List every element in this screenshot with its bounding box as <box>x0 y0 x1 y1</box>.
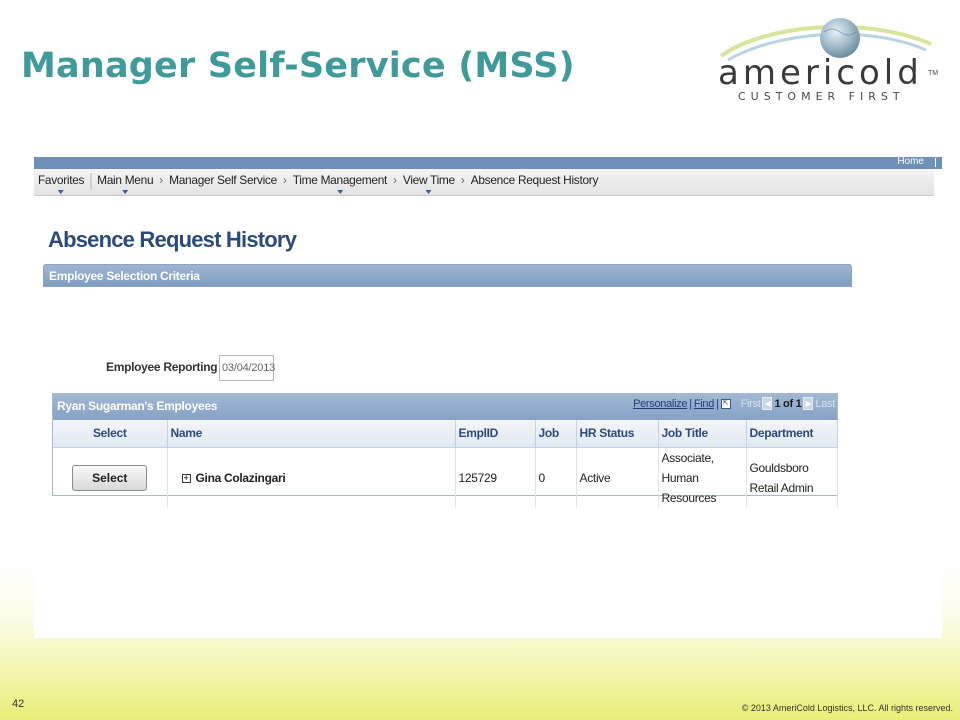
nav-item-manager-self-service[interactable]: Manager Self Service <box>167 173 279 187</box>
job-cell: 0 <box>535 447 577 508</box>
previous-page-icon[interactable]: ◀ <box>762 397 773 410</box>
dropdown-arrow-icon <box>336 190 343 194</box>
nav-item-label: Manager Self Service <box>169 173 277 187</box>
toolbar-divider: | <box>689 397 692 410</box>
grid-title: Ryan Sugarman's Employees <box>57 399 218 413</box>
first-link[interactable]: First <box>741 398 761 410</box>
nav-item-label: Time Management <box>292 173 388 187</box>
portal-top-bar: Home <box>34 157 942 169</box>
slide-title: Manager Self-Service (MSS) <box>21 46 575 86</box>
logo-trademark: TM <box>928 70 939 77</box>
column-header-job-title[interactable]: Job Title <box>658 420 747 448</box>
dropdown-arrow-icon <box>122 190 129 194</box>
table-row: Select + Gina Colazingari 125729 0 Active… <box>53 447 838 508</box>
chevron-right-icon: › <box>282 173 287 187</box>
select-button[interactable]: Select <box>72 464 148 491</box>
column-header-job[interactable]: Job <box>535 420 577 448</box>
select-cell: Select <box>53 447 168 508</box>
home-link[interactable]: Home <box>897 157 924 167</box>
department-cell: Gouldsboro Retail Admin <box>746 447 838 508</box>
nav-item-label: Main Menu <box>97 173 154 187</box>
nav-item-label: Favorites <box>37 173 85 187</box>
employee-grid: Ryan Sugarman's Employees Personalize | … <box>52 393 838 508</box>
hr-status-cell: Active <box>576 447 659 508</box>
grid-title-bar: Ryan Sugarman's Employees Personalize | … <box>53 394 837 420</box>
americold-logo: americold TM CUSTOMER FIRST <box>716 14 938 104</box>
reporting-date-field[interactable]: 03/04/2013 <box>219 355 275 381</box>
nav-item-main-menu[interactable]: Main Menu <box>95 173 155 194</box>
find-link[interactable]: Find <box>694 398 715 410</box>
employee-table: Select Name EmplID Job HR Status Job Tit… <box>53 420 838 508</box>
peoplesoft-screenshot: Home Favorites Main Menu › Manager Self … <box>34 157 942 638</box>
table-header-row: Select Name EmplID Job HR Status Job Tit… <box>53 420 838 448</box>
name-cell: + Gina Colazingari <box>167 447 456 508</box>
dropdown-arrow-icon <box>425 190 432 194</box>
nav-item-label: Absence Request History <box>470 173 599 187</box>
section-header-criteria: Employee Selection Criteria <box>43 264 852 287</box>
column-header-hr-status[interactable]: HR Status <box>576 420 659 448</box>
view-all-icon[interactable]: ⇱ <box>720 398 731 409</box>
column-header-name[interactable]: Name <box>167 420 456 448</box>
job-title-cell: Associate, Human Resources <box>658 447 747 508</box>
nav-item-time-management[interactable]: Time Management <box>291 173 389 194</box>
last-link[interactable]: Last <box>815 398 835 410</box>
personalize-link[interactable]: Personalize <box>633 398 687 410</box>
column-header-emplid[interactable]: EmplID <box>455 420 536 448</box>
breadcrumb-nav: Favorites Main Menu › Manager Self Servi… <box>34 169 934 196</box>
emplid-cell: 125729 <box>455 447 536 508</box>
employee-name: Gina Colazingari <box>195 470 286 485</box>
column-header-department[interactable]: Department <box>746 420 838 448</box>
nav-item-label: View Time <box>402 173 455 187</box>
slide-page-number: 42 <box>12 698 25 710</box>
home-separator <box>935 158 936 167</box>
nav-item-favorites[interactable]: Favorites <box>36 173 86 194</box>
expand-plus-icon[interactable]: + <box>181 473 191 483</box>
logo-tagline: CUSTOMER FIRST <box>738 90 905 103</box>
nav-divider <box>90 173 92 189</box>
next-page-icon[interactable]: ▶ <box>803 397 814 410</box>
column-header-select: Select <box>53 420 168 448</box>
copyright-notice: © 2013 AmeriCold Logistics, LLC. All rig… <box>741 703 953 713</box>
chevron-right-icon: › <box>392 173 397 187</box>
dropdown-arrow-icon <box>58 190 65 194</box>
chevron-right-icon: › <box>460 173 465 187</box>
logo-wordmark: americold <box>718 53 923 93</box>
chevron-right-icon: › <box>159 173 164 187</box>
row-range: 1 of 1 <box>774 397 802 410</box>
nav-item-view-time[interactable]: View Time <box>401 173 457 194</box>
toolbar-divider: | <box>716 397 719 410</box>
page-title: Absence Request History <box>48 227 297 252</box>
nav-item-absence-request-history[interactable]: Absence Request History <box>469 173 600 187</box>
grid-toolbar: Personalize | Find | ⇱ First ◀ 1 of 1 ▶ … <box>633 397 835 410</box>
